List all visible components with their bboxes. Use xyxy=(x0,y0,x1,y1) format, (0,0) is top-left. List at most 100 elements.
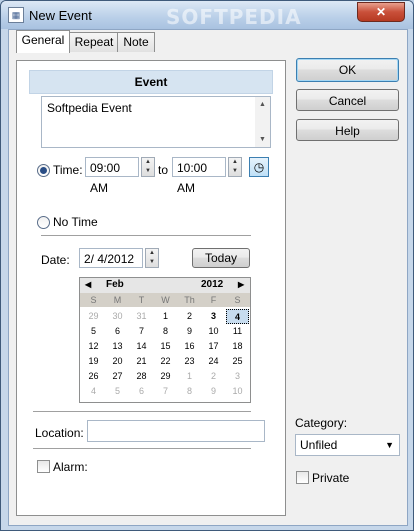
calendar-day[interactable]: 2 xyxy=(202,369,225,384)
day-name: Th xyxy=(184,295,195,305)
scroll-down-icon[interactable]: ▼ xyxy=(255,136,270,143)
calendar-day[interactable]: 1 xyxy=(154,309,177,324)
calendar-day[interactable]: 3 xyxy=(202,309,225,324)
calendar-day[interactable]: 22 xyxy=(154,354,177,369)
day-name: M xyxy=(113,295,122,305)
calendar-month[interactable]: Feb xyxy=(106,279,124,290)
start-time-spinner[interactable]: ▲ ▼ xyxy=(141,157,155,177)
calendar-day[interactable]: 9 xyxy=(202,384,225,399)
today-button[interactable]: Today xyxy=(192,248,250,268)
tab-note[interactable]: Note xyxy=(117,32,155,52)
close-button[interactable]: ✕ xyxy=(357,2,405,22)
no-time-radio[interactable] xyxy=(37,216,50,229)
calendar-day[interactable]: 5 xyxy=(82,324,105,339)
dialog-body: General Repeat Note Event Softpedia Even… xyxy=(8,29,408,526)
calendar-day-selected[interactable]: 4 xyxy=(226,309,249,324)
day-name: S xyxy=(90,295,97,305)
calendar-day[interactable]: 27 xyxy=(106,369,129,384)
calendar-day[interactable]: 18 xyxy=(226,339,249,354)
description-scrollbar[interactable]: ▲ ▼ xyxy=(255,97,270,147)
location-label: Location: xyxy=(35,426,84,440)
calendar-icon: ▦ xyxy=(8,7,24,23)
month-calendar[interactable]: ◀ Feb 2012 ▶ S M T W Th F S 29 30 31 1 2… xyxy=(79,277,251,403)
end-time-input[interactable]: 10:00 AM xyxy=(172,157,226,195)
calendar-day[interactable]: 1 xyxy=(178,369,201,384)
calendar-day[interactable]: 8 xyxy=(178,384,201,399)
calendar-day[interactable]: 10 xyxy=(226,384,249,399)
calendar-day[interactable]: 26 xyxy=(82,369,105,384)
location-input[interactable] xyxy=(87,420,265,442)
cancel-button[interactable]: Cancel xyxy=(296,89,399,111)
calendar-day[interactable]: 23 xyxy=(178,354,201,369)
calendar-day[interactable]: 8 xyxy=(154,324,177,339)
calendar-day[interactable]: 12 xyxy=(82,339,105,354)
private-checkbox[interactable] xyxy=(296,471,309,484)
calendar-day[interactable]: 9 xyxy=(178,324,201,339)
calendar-day[interactable]: 30 xyxy=(106,309,129,324)
calendar-day[interactable]: 3 xyxy=(226,369,249,384)
time-radio[interactable] xyxy=(37,164,50,177)
calendar-day[interactable]: 7 xyxy=(154,384,177,399)
category-value: Unfiled xyxy=(300,438,338,452)
date-spinner[interactable]: ▲ ▼ xyxy=(145,248,159,268)
calendar-day[interactable]: 16 xyxy=(178,339,201,354)
calendar-header: ◀ Feb 2012 ▶ xyxy=(80,278,250,293)
next-month-icon[interactable]: ▶ xyxy=(238,280,244,289)
calendar-year[interactable]: 2012 xyxy=(201,279,223,290)
divider xyxy=(41,235,251,236)
date-input[interactable]: 2/ 4/2012 xyxy=(79,248,143,268)
date-label: Date: xyxy=(41,253,70,267)
calendar-day[interactable]: 17 xyxy=(202,339,225,354)
chevron-down-icon: ▼ xyxy=(385,440,394,450)
calendar-day[interactable]: 25 xyxy=(226,354,249,369)
calendar-day[interactable]: 24 xyxy=(202,354,225,369)
calendar-day[interactable]: 2 xyxy=(178,309,201,324)
end-time-spinner[interactable]: ▲ ▼ xyxy=(228,157,242,177)
calendar-day[interactable]: 20 xyxy=(106,354,129,369)
title-bar[interactable]: ▦ New Event SOFTPEDIA ✕ xyxy=(1,1,413,29)
event-description-text: Softpedia Event xyxy=(47,101,132,115)
calendar-day[interactable]: 6 xyxy=(106,324,129,339)
tab-repeat[interactable]: Repeat xyxy=(69,32,119,52)
event-description-field[interactable]: Softpedia Event ▲ ▼ xyxy=(41,96,271,148)
calendar-day[interactable]: 14 xyxy=(130,339,153,354)
no-time-label: No Time xyxy=(53,215,98,229)
calendar-day[interactable]: 15 xyxy=(154,339,177,354)
calendar-day[interactable]: 19 xyxy=(82,354,105,369)
calendar-day[interactable]: 6 xyxy=(130,384,153,399)
ok-button[interactable]: OK xyxy=(296,58,399,82)
calendar-day[interactable]: 29 xyxy=(154,369,177,384)
category-select[interactable]: Unfiled ▼ xyxy=(295,434,400,456)
calendar-day[interactable]: 29 xyxy=(82,309,105,324)
calendar-day[interactable]: 13 xyxy=(106,339,129,354)
calendar-day[interactable]: 11 xyxy=(226,324,249,339)
divider xyxy=(33,448,251,449)
calendar-day-names: S M T W Th F S xyxy=(80,293,250,307)
calendar-day[interactable]: 5 xyxy=(106,384,129,399)
private-label: Private xyxy=(312,471,350,485)
day-name: W xyxy=(161,295,170,305)
window-title: New Event xyxy=(29,8,92,23)
day-name: S xyxy=(234,295,241,305)
close-icon: ✕ xyxy=(375,5,387,19)
dialog-window: ▦ New Event SOFTPEDIA ✕ General Repeat N… xyxy=(0,0,414,531)
calendar-day[interactable]: 28 xyxy=(130,369,153,384)
alarm-checkbox[interactable] xyxy=(37,460,50,473)
event-section-header: Event xyxy=(29,70,273,94)
calendar-day[interactable]: 31 xyxy=(130,309,153,324)
start-time-input[interactable]: 09:00 AM xyxy=(85,157,139,195)
time-label: Time: xyxy=(53,163,83,177)
category-label: Category: xyxy=(295,416,348,430)
scroll-up-icon[interactable]: ▲ xyxy=(255,101,270,108)
watermark-text: SOFTPEDIA xyxy=(166,5,302,29)
help-button[interactable]: Help xyxy=(296,119,399,141)
alarm-label: Alarm: xyxy=(53,460,88,474)
clock-icon[interactable]: ◷ xyxy=(249,157,269,177)
calendar-day[interactable]: 21 xyxy=(130,354,153,369)
calendar-day[interactable]: 7 xyxy=(130,324,153,339)
calendar-day[interactable]: 4 xyxy=(82,384,105,399)
tab-general[interactable]: General xyxy=(16,30,70,53)
day-name: T xyxy=(138,295,145,305)
prev-month-icon[interactable]: ◀ xyxy=(85,280,91,289)
calendar-day[interactable]: 10 xyxy=(202,324,225,339)
